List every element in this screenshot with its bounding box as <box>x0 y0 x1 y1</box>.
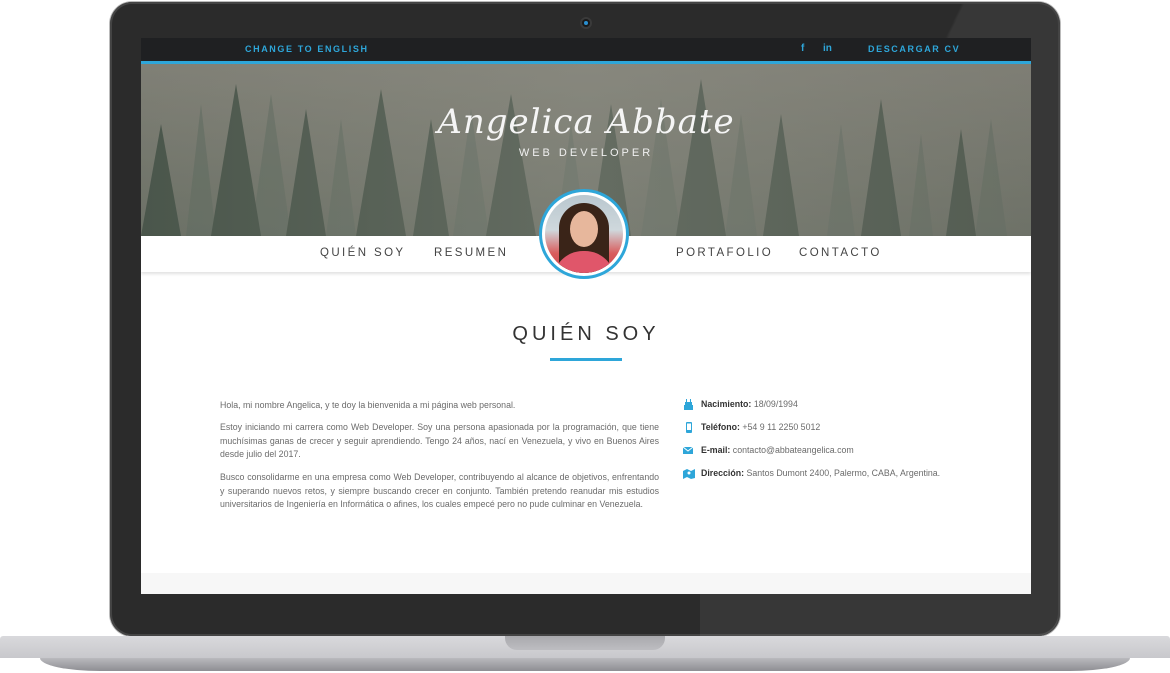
info-label: E-mail: <box>701 445 731 455</box>
about-paragraph: Hola, mi nombre Angelica, y te doy la bi… <box>220 400 516 410</box>
change-language-link[interactable]: CHANGE TO ENGLISH <box>245 44 369 54</box>
laptop-notch <box>505 636 665 650</box>
download-cv-link[interactable]: DESCARGAR CV <box>868 44 960 54</box>
info-value: +54 9 11 2250 5012 <box>742 422 821 432</box>
webcam <box>582 19 590 27</box>
info-label: Nacimiento: <box>701 399 752 409</box>
profile-avatar <box>539 189 629 279</box>
map-icon <box>683 468 695 479</box>
nav-item-contacto[interactable]: CONTACTO <box>799 247 882 259</box>
about-paragraph: Busco consolidarme en una empresa como W… <box>220 472 659 509</box>
mail-icon <box>682 445 694 456</box>
info-value: Santos Dumont 2400, Palermo, CABA, Argen… <box>746 468 941 478</box>
facebook-icon[interactable]: f <box>801 43 804 54</box>
info-value[interactable]: contacto@abbateangelica.com <box>733 445 854 455</box>
info-value: 18/09/1994 <box>753 399 798 409</box>
phone-icon <box>683 422 694 433</box>
info-label: Teléfono: <box>701 422 740 432</box>
about-paragraph: Estoy iniciando mi carrera como Web Deve… <box>220 422 659 459</box>
profile-photo <box>545 195 623 273</box>
hero-role: WEB DEVELOPER <box>518 147 654 159</box>
nav-item-portafolio[interactable]: PORTAFOLIO <box>676 247 773 259</box>
nav-item-quien-soy[interactable]: QUIÉN SOY <box>320 247 406 259</box>
top-bar: CHANGE TO ENGLISH f in DESCARGAR CV <box>141 38 1031 64</box>
hero-name: Angelica Abbate <box>437 102 735 142</box>
nav-item-resumen[interactable]: RESUMEN <box>434 247 508 259</box>
next-section-strip <box>141 573 1031 594</box>
linkedin-icon[interactable]: in <box>823 43 832 54</box>
cake-icon <box>683 399 694 410</box>
info-label: Dirección: <box>701 468 745 478</box>
website-screen: CHANGE TO ENGLISH f in DESCARGAR CV Ange… <box>141 38 1031 594</box>
title-underline <box>550 358 622 361</box>
section-title: QUIÉN SOY <box>512 323 660 345</box>
laptop-base <box>0 636 1170 673</box>
